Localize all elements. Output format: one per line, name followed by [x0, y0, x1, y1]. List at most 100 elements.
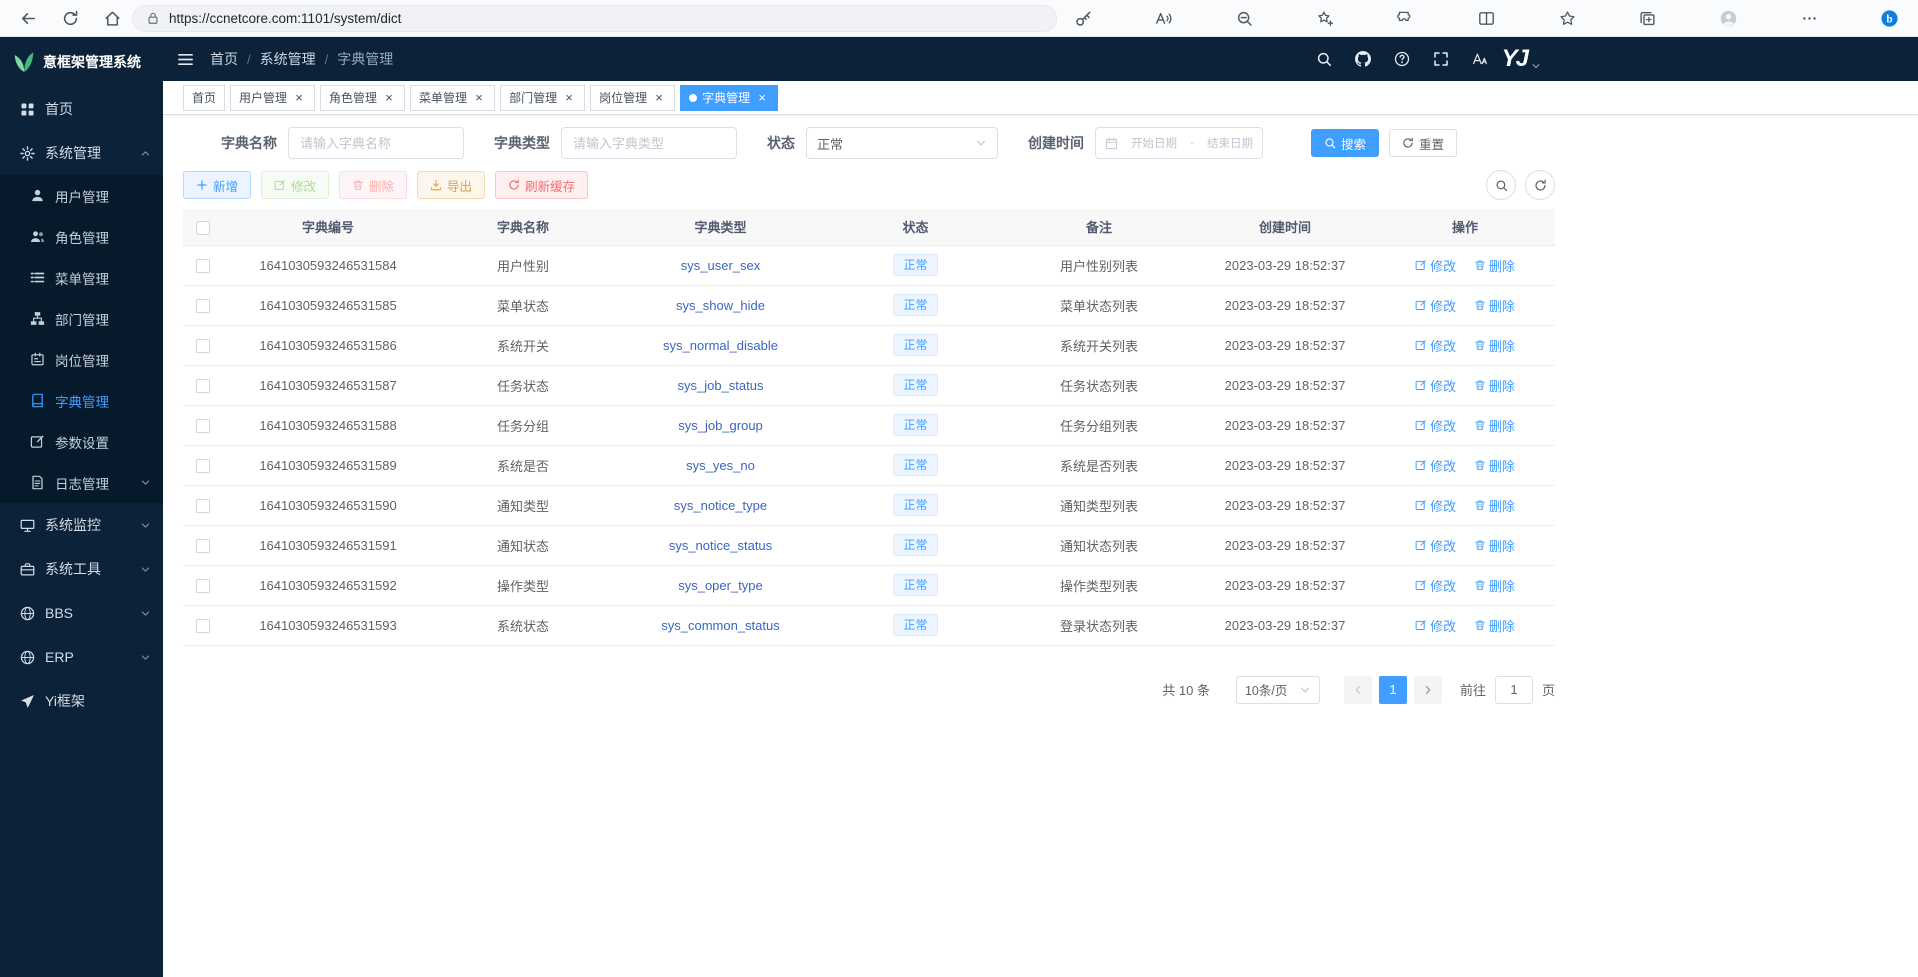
tab-menu[interactable]: 菜单管理 ×: [410, 85, 495, 111]
breadcrumb-item[interactable]: 首页: [210, 49, 238, 69]
edit-row-button[interactable]: 修改: [1415, 416, 1456, 435]
split-screen-icon[interactable]: [1476, 8, 1496, 28]
edit-row-button[interactable]: 修改: [1415, 256, 1456, 275]
sidebar-item-bbs[interactable]: BBS: [0, 591, 163, 635]
delete-row-button[interactable]: 删除: [1474, 256, 1515, 275]
edit-row-button[interactable]: 修改: [1415, 456, 1456, 475]
back-icon[interactable]: [18, 8, 38, 28]
dict-type-input[interactable]: [561, 127, 737, 159]
select-all-checkbox[interactable]: [196, 221, 210, 235]
sidebar-item-erp[interactable]: ERP: [0, 635, 163, 679]
favorites-icon[interactable]: [1557, 8, 1577, 28]
dict-type-link[interactable]: sys_job_group: [678, 418, 763, 433]
sidebar-item-home[interactable]: 首页: [0, 87, 163, 131]
search-icon[interactable]: [1311, 46, 1338, 73]
tab-dept[interactable]: 部门管理 ×: [500, 85, 585, 111]
edit-row-button[interactable]: 修改: [1415, 536, 1456, 555]
row-checkbox[interactable]: [196, 579, 210, 593]
dict-type-link[interactable]: sys_notice_type: [674, 498, 767, 513]
github-icon[interactable]: [1350, 46, 1377, 73]
dict-type-link[interactable]: sys_user_sex: [681, 258, 760, 273]
close-icon[interactable]: ×: [652, 91, 666, 105]
export-button[interactable]: 导出: [417, 171, 485, 199]
close-icon[interactable]: ×: [755, 91, 769, 105]
address-bar[interactable]: https://ccnetcore.com:1101/system/dict: [132, 5, 1057, 32]
toggle-search-button[interactable]: [1486, 170, 1516, 200]
refresh-icon[interactable]: [60, 8, 80, 28]
sidebar-item-dept-management[interactable]: 部门管理: [0, 298, 163, 339]
dict-type-link[interactable]: sys_job_status: [678, 378, 764, 393]
sidebar-item-role-management[interactable]: 角色管理: [0, 216, 163, 257]
tab-role[interactable]: 角色管理 ×: [320, 85, 405, 111]
sidebar-item-system-management[interactable]: 系统管理: [0, 131, 163, 175]
row-checkbox[interactable]: [196, 419, 210, 433]
dict-type-link[interactable]: sys_common_status: [661, 618, 780, 633]
font-size-icon[interactable]: [1467, 46, 1494, 73]
settings-more-icon[interactable]: [1799, 8, 1819, 28]
edit-row-button[interactable]: 修改: [1415, 496, 1456, 515]
sidebar-item-dict-management[interactable]: 字典管理: [0, 380, 163, 421]
sidebar-item-yi-framework[interactable]: Yi框架: [0, 679, 163, 723]
sidebar-item-log-management[interactable]: 日志管理: [0, 462, 163, 503]
add-favorite-icon[interactable]: [1315, 8, 1335, 28]
row-checkbox[interactable]: [196, 379, 210, 393]
dict-type-link[interactable]: sys_normal_disable: [663, 338, 778, 353]
dict-type-link[interactable]: sys_oper_type: [678, 578, 763, 593]
home-icon[interactable]: [102, 8, 122, 28]
delete-row-button[interactable]: 删除: [1474, 576, 1515, 595]
row-checkbox[interactable]: [196, 459, 210, 473]
fullscreen-icon[interactable]: [1428, 46, 1455, 73]
prev-page-button[interactable]: [1344, 676, 1372, 704]
search-button[interactable]: 搜索: [1311, 129, 1379, 157]
row-checkbox[interactable]: [196, 339, 210, 353]
tab-dict[interactable]: 字典管理 ×: [680, 85, 778, 111]
row-checkbox[interactable]: [196, 619, 210, 633]
status-select[interactable]: 正常: [806, 127, 998, 159]
edit-button[interactable]: 修改: [261, 171, 329, 199]
tab-home[interactable]: 首页: [183, 85, 225, 111]
row-checkbox[interactable]: [196, 299, 210, 313]
delete-row-button[interactable]: 删除: [1474, 416, 1515, 435]
edit-row-button[interactable]: 修改: [1415, 616, 1456, 635]
row-checkbox[interactable]: [196, 499, 210, 513]
dict-type-link[interactable]: sys_notice_status: [669, 538, 772, 553]
profile-icon[interactable]: [1719, 8, 1739, 28]
close-icon[interactable]: ×: [562, 91, 576, 105]
read-aloud-icon[interactable]: [1154, 8, 1174, 28]
hamburger-icon[interactable]: [177, 51, 194, 68]
sidebar-item-system-tools[interactable]: 系统工具: [0, 547, 163, 591]
date-range-picker[interactable]: 开始日期 - 结束日期: [1095, 127, 1263, 159]
tab-user[interactable]: 用户管理 ×: [230, 85, 315, 111]
close-icon[interactable]: ×: [292, 91, 306, 105]
refresh-table-button[interactable]: [1525, 170, 1555, 200]
close-icon[interactable]: ×: [382, 91, 396, 105]
dict-type-link[interactable]: sys_yes_no: [686, 458, 755, 473]
bing-icon[interactable]: b: [1880, 8, 1900, 28]
row-checkbox[interactable]: [196, 539, 210, 553]
delete-row-button[interactable]: 删除: [1474, 496, 1515, 515]
extensions-icon[interactable]: [1396, 8, 1416, 28]
edit-row-button[interactable]: 修改: [1415, 336, 1456, 355]
page-size-select[interactable]: 10条/页: [1236, 676, 1320, 704]
refresh-cache-button[interactable]: 刷新缓存: [495, 171, 588, 199]
delete-row-button[interactable]: 删除: [1474, 456, 1515, 475]
zoom-out-icon[interactable]: [1234, 8, 1254, 28]
tab-post[interactable]: 岗位管理 ×: [590, 85, 675, 111]
delete-button[interactable]: 删除: [339, 171, 407, 199]
delete-row-button[interactable]: 删除: [1474, 616, 1515, 635]
collections-icon[interactable]: [1638, 8, 1658, 28]
edit-row-button[interactable]: 修改: [1415, 576, 1456, 595]
delete-row-button[interactable]: 删除: [1474, 336, 1515, 355]
delete-row-button[interactable]: 删除: [1474, 536, 1515, 555]
add-button[interactable]: 新增: [183, 171, 251, 199]
sidebar-item-system-monitor[interactable]: 系统监控: [0, 503, 163, 547]
edit-row-button[interactable]: 修改: [1415, 296, 1456, 315]
dict-name-input[interactable]: [288, 127, 464, 159]
breadcrumb-item[interactable]: 系统管理: [260, 49, 316, 69]
sidebar-item-menu-management[interactable]: 菜单管理: [0, 257, 163, 298]
key-icon[interactable]: [1073, 8, 1093, 28]
reset-button[interactable]: 重置: [1389, 129, 1457, 157]
delete-row-button[interactable]: 删除: [1474, 296, 1515, 315]
sidebar-item-param-settings[interactable]: 参数设置: [0, 421, 163, 462]
current-page-button[interactable]: 1: [1379, 676, 1407, 704]
